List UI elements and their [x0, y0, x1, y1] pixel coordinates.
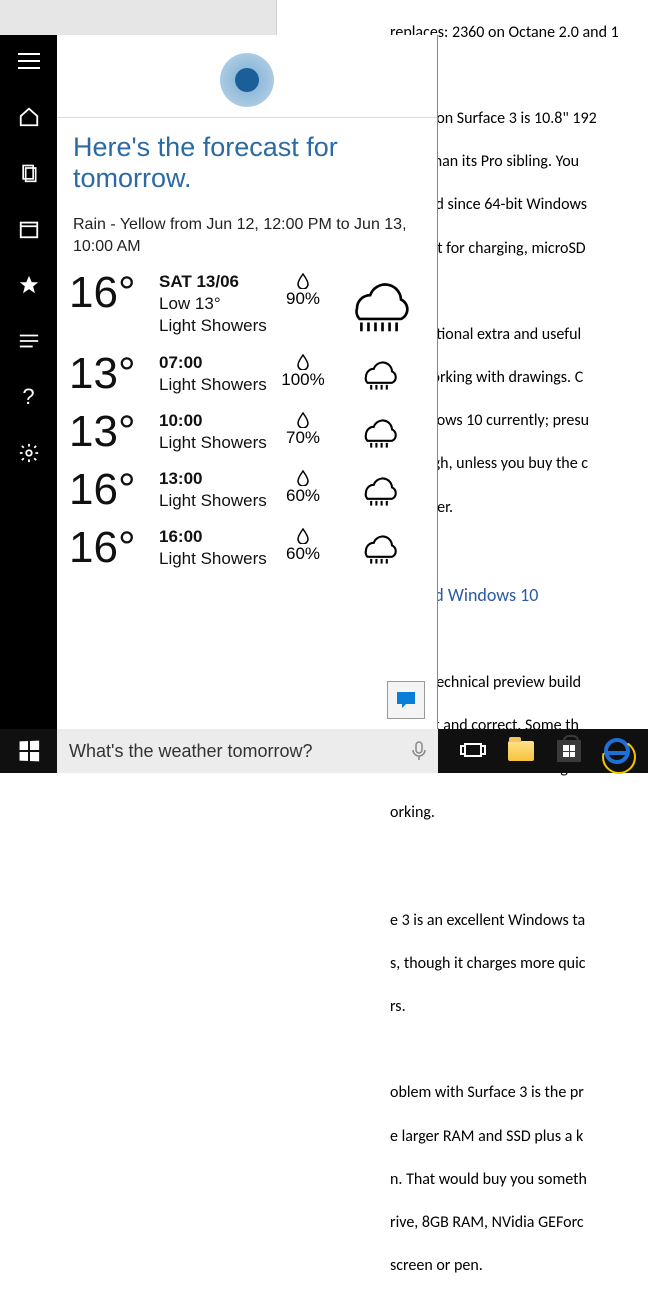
taskbar: What's the weather tomorrow?: [0, 729, 648, 773]
droplet-icon: [297, 412, 309, 428]
speech-bubble-icon: [396, 691, 416, 709]
taskbar-pinned-apps: [438, 729, 634, 773]
forecast-heading: Here's the forecast for tomorrow.: [57, 118, 437, 200]
droplet-icon: [297, 273, 309, 289]
forecast-precip: 100%: [274, 352, 332, 390]
droplet-icon: [297, 470, 309, 486]
forecast-precip: 90%: [274, 271, 332, 309]
forecast-row-hourly[interactable]: 13° 07:00 Light Showers 100%: [69, 348, 425, 406]
forecast-icon-cell: [332, 468, 425, 510]
forecast-temp: 13°: [69, 352, 159, 396]
forecast-text: 07:00 Light Showers: [159, 352, 274, 396]
doc-line: rive, 8GB RAM, NVidia GEForc: [390, 1212, 648, 1234]
home-button[interactable]: [15, 103, 43, 131]
gear-icon: [18, 442, 40, 464]
forecast-precip: 60%: [274, 526, 332, 564]
feedback-button[interactable]: [387, 681, 425, 719]
notebook-button[interactable]: [15, 159, 43, 187]
forecast-temp: 16°: [69, 468, 159, 512]
doc-line: s, though it charges more quic: [390, 953, 648, 975]
forecast-temp: 13°: [69, 410, 159, 454]
forecast-row-hourly[interactable]: 13° 10:00 Light Showers 70%: [69, 406, 425, 464]
hamburger-icon: [18, 53, 40, 69]
forecast-precip: 60%: [274, 468, 332, 506]
forecast-icon-cell: [332, 352, 425, 394]
forecast-row-summary[interactable]: 16° SAT 13/06 Low 13° Light Showers 90%: [69, 267, 425, 347]
forecast-precip: 70%: [274, 410, 332, 448]
doc-line: n. That would buy you someth: [390, 1169, 648, 1191]
list-button[interactable]: [15, 327, 43, 355]
help-button[interactable]: ?: [15, 383, 43, 411]
rain-cloud-icon: [353, 528, 405, 568]
forecast-text: SAT 13/06 Low 13° Light Showers: [159, 271, 274, 337]
home-icon: [18, 106, 40, 128]
forecast-icon-cell: [332, 410, 425, 452]
search-input-text: What's the weather tomorrow?: [69, 741, 313, 762]
cortana-search-input[interactable]: What's the weather tomorrow?: [57, 729, 438, 773]
calendar-button[interactable]: [15, 215, 43, 243]
rain-cloud-icon: [353, 354, 405, 394]
calendar-icon: [18, 218, 40, 240]
forecast-row-hourly[interactable]: 16° 16:00 Light Showers 60%: [69, 522, 425, 580]
favorites-button[interactable]: [15, 271, 43, 299]
doc-line: screen or pen.: [390, 1255, 648, 1277]
store-button[interactable]: [552, 734, 586, 768]
doc-line: rs.: [390, 996, 648, 1018]
forecast-icon-cell: [332, 271, 425, 335]
doc-line: orking.: [390, 802, 648, 824]
cortana-sidebar: ?: [0, 35, 57, 729]
cortana-icon[interactable]: [220, 53, 274, 107]
menu-button[interactable]: [15, 47, 43, 75]
list-icon: [18, 332, 40, 350]
file-explorer-button[interactable]: [504, 734, 538, 768]
weather-alert: Rain - Yellow from Jun 12, 12:00 PM to J…: [57, 200, 437, 267]
star-icon: [18, 274, 40, 296]
rain-cloud-icon: [353, 412, 405, 452]
rain-cloud-icon: [335, 273, 423, 335]
forecast-text: 10:00 Light Showers: [159, 410, 274, 454]
store-icon: [557, 740, 581, 762]
question-icon: ?: [22, 384, 34, 410]
task-view-button[interactable]: [456, 734, 490, 768]
forecast-text: 13:00 Light Showers: [159, 468, 274, 512]
cortana-logo-area: [57, 35, 437, 118]
microphone-icon[interactable]: [412, 741, 426, 761]
windows-icon: [19, 741, 39, 762]
folder-icon: [508, 741, 534, 761]
settings-button[interactable]: [15, 439, 43, 467]
window-titlebar-grey: [0, 0, 277, 35]
start-button[interactable]: [0, 729, 57, 773]
forecast-icon-cell: [332, 526, 425, 568]
task-view-icon: [460, 741, 486, 761]
internet-explorer-button[interactable]: [600, 734, 634, 768]
forecast-temp: 16°: [69, 526, 159, 570]
doc-line: e larger RAM and SSD plus a k: [390, 1126, 648, 1148]
cortana-panel: Here's the forecast for tomorrow. Rain -…: [57, 35, 438, 729]
droplet-icon: [297, 528, 309, 544]
forecast-row-hourly[interactable]: 16° 13:00 Light Showers 60%: [69, 464, 425, 522]
droplet-icon: [297, 354, 309, 370]
doc-line: e 3 is an excellent Windows ta: [390, 910, 648, 932]
rain-cloud-icon: [353, 470, 405, 510]
documents-icon: [19, 162, 39, 184]
doc-line: oblem with Surface 3 is the pr: [390, 1082, 648, 1104]
ie-icon: [604, 738, 630, 764]
forecast-list: 16° SAT 13/06 Low 13° Light Showers 90% …: [57, 267, 437, 580]
forecast-text: 16:00 Light Showers: [159, 526, 274, 570]
forecast-temp: 16°: [69, 271, 159, 315]
